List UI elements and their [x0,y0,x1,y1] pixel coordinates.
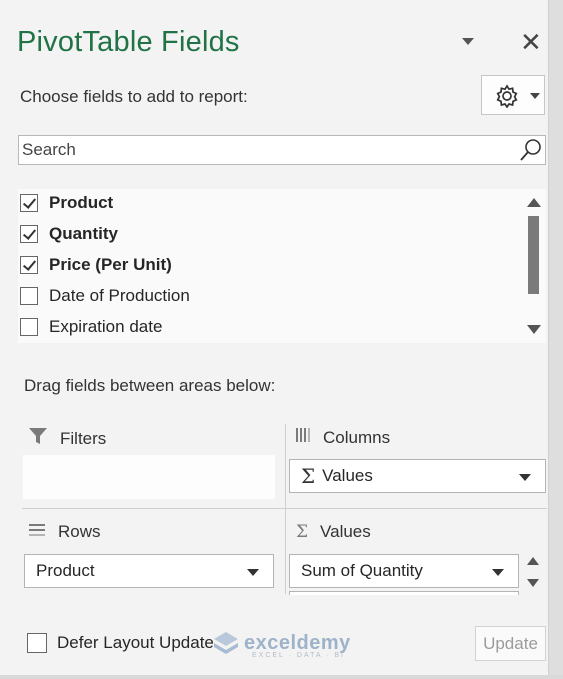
search-input[interactable] [18,135,546,165]
values-scroll-up-icon[interactable] [527,557,539,565]
field-item-quantity[interactable]: Quantity [20,221,118,247]
pill-label: Product [36,561,95,580]
pill-label: Values [322,466,373,485]
rows-area-header: Rows [28,522,101,542]
tools-button[interactable] [481,75,545,115]
scroll-up-icon[interactable] [527,198,541,207]
field-checkbox[interactable] [20,225,38,243]
sigma-icon: Σ [301,464,316,488]
values-label: Values [320,522,371,541]
sigma-icon: Σ [296,522,309,542]
rows-label: Rows [58,522,101,541]
defer-layout-update[interactable]: Defer Layout Update [27,633,214,653]
field-label: Product [49,193,114,212]
field-item-product[interactable]: Product [20,190,113,216]
values-scroll-down-icon[interactable] [527,579,539,587]
area-divider-vertical [285,424,286,594]
pane-title: PivotTable Fields [17,26,240,58]
filters-dropzone[interactable] [23,455,275,499]
gear-icon [496,84,518,108]
field-item-price[interactable]: Price (Per Unit) [20,252,172,278]
field-label: Quantity [49,224,118,243]
filter-icon [28,427,48,450]
logo-icon [214,632,238,654]
rows-product-pill[interactable]: Product [24,554,274,588]
chevron-down-icon[interactable] [519,474,531,481]
defer-checkbox[interactable] [27,633,47,653]
pill-label: Sum of Quantity [301,561,423,580]
columns-area-header: Columns [295,427,390,448]
columns-values-pill[interactable]: Σ Values [289,459,546,493]
watermark: exceldemy EXCEL · DATA · BI [212,630,351,659]
rows-icon [28,522,46,542]
values-sum-of-quantity-pill[interactable]: Sum of Quantity [289,554,519,588]
watermark-tagline: EXCEL · DATA · BI [252,652,345,659]
area-divider-horizontal [22,508,547,509]
field-item-date-of-production[interactable]: Date of Production [20,283,190,309]
field-checkbox[interactable] [20,287,38,305]
filters-label: Filters [60,428,107,448]
scroll-down-icon[interactable] [527,325,541,334]
close-icon[interactable]: ✕ [520,28,542,56]
field-label: Expiration date [49,317,163,336]
filters-area-header: Filters [28,427,106,450]
chevron-down-icon[interactable] [247,569,259,576]
columns-icon [295,427,311,448]
choose-fields-label: Choose fields to add to report: [20,87,248,106]
values-next-pill-partial [289,591,519,595]
field-item-expiration-date[interactable]: Expiration date [20,314,162,340]
defer-label: Defer Layout Update [57,633,214,652]
values-area-header: Σ Values [296,522,371,542]
bottom-edge [0,675,563,679]
search-icon[interactable] [519,138,543,162]
chevron-down-icon [530,93,540,99]
scroll-thumb[interactable] [528,216,539,294]
field-checkbox[interactable] [20,318,38,336]
field-list-scrollbar[interactable] [520,189,546,343]
field-label: Date of Production [49,286,190,305]
window-scrollbar[interactable] [549,0,563,679]
field-checkbox[interactable] [20,256,38,274]
drag-instruction: Drag fields between areas below: [24,376,276,395]
field-list: Product Quantity Price (Per Unit) Date o… [18,189,520,343]
chevron-down-icon[interactable] [492,569,504,576]
field-checkbox[interactable] [20,194,38,212]
update-button[interactable]: Update [475,626,546,661]
field-label: Price (Per Unit) [49,255,172,274]
pivot-field-pane: PivotTable Fields ✕ Choose fields to add… [0,0,549,679]
pane-options-caret-icon[interactable] [462,38,474,45]
columns-label: Columns [323,427,391,447]
